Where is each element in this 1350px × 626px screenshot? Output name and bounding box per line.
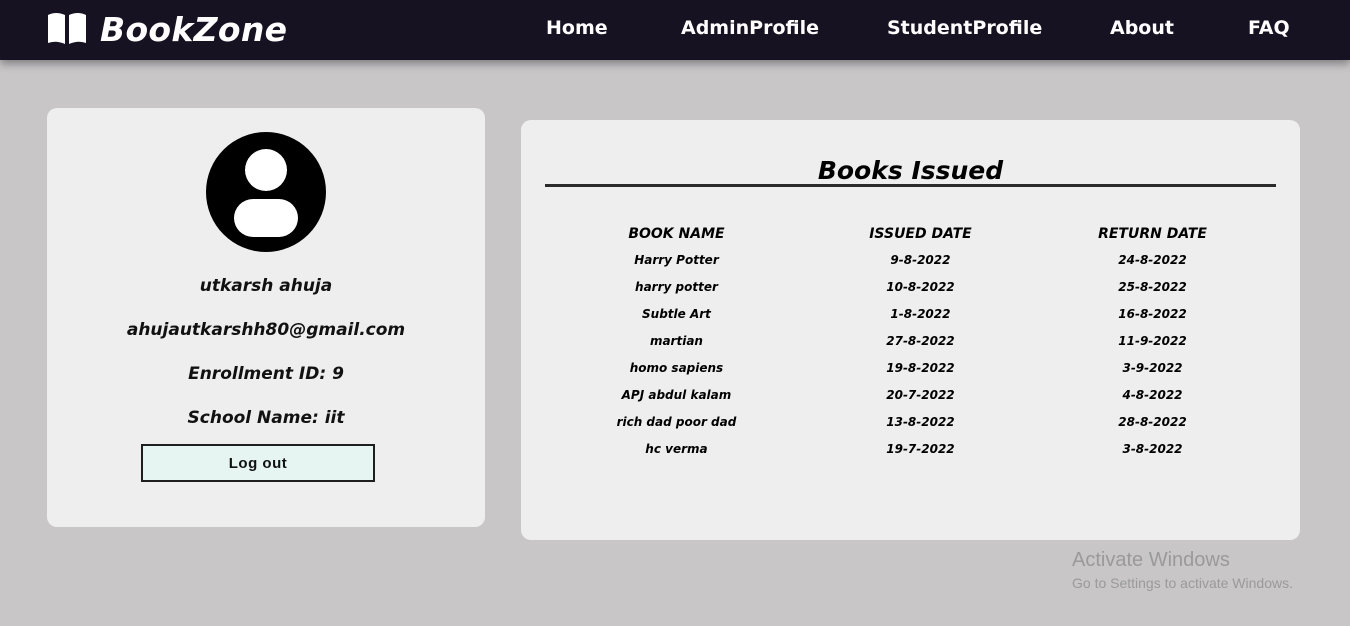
return-date-cell: 3-8-2022 [1122,441,1183,456]
issued-date-cell: 9-8-2022 [890,252,951,267]
book-name-cell: APJ abdul kalam [621,387,732,402]
user-avatar-icon [206,132,326,252]
column-header-return-date: RETURN DATE [1098,226,1207,242]
top-navbar: BookZone Home AdminProfile StudentProfil… [0,0,1350,60]
return-date-cell: 28-8-2022 [1118,414,1187,429]
student-profile-card: utkarsh ahuja ahujautkarshh80@gmail.com … [47,108,485,527]
student-name: utkarsh ahuja [199,276,333,296]
book-name-cell: harry potter [635,279,718,294]
table-row: homo sapiens 19-8-2022 3-9-2022 [545,354,1272,381]
books-issued-table: BOOK NAME ISSUED DATE RETURN DATE Harry … [545,222,1272,462]
return-date-cell: 3-9-2022 [1122,360,1183,375]
book-name-cell: Subtle Art [642,306,711,321]
books-issued-title: Books Issued [817,156,1004,185]
book-name-cell: martian [649,333,703,348]
book-name-cell: Harry Potter [634,252,719,267]
issued-date-cell: 20-7-2022 [886,387,955,402]
return-date-cell: 4-8-2022 [1122,387,1183,402]
nav-student-profile-link[interactable]: StudentProfile [887,16,1042,40]
table-row: APJ abdul kalam 20-7-2022 4-8-2022 [545,381,1272,408]
return-date-cell: 16-8-2022 [1118,306,1187,321]
issued-date-cell: 19-8-2022 [886,360,955,375]
enrollment-id: Enrollment ID: 9 [188,364,344,384]
brand-name: BookZone [100,10,288,49]
table-row: hc verma 19-7-2022 3-8-2022 [545,435,1272,462]
issued-date-cell: 1-8-2022 [890,306,951,321]
brand-logo-link[interactable]: BookZone [46,12,287,48]
column-header-issued-date: ISSUED DATE [869,226,972,242]
watermark-subtitle: Go to Settings to activate Windows. [1072,575,1293,591]
school-name: School Name: iit [187,408,345,428]
return-date-cell: 11-9-2022 [1118,333,1187,348]
book-name-cell: homo sapiens [629,360,724,375]
issued-date-cell: 27-8-2022 [886,333,955,348]
title-divider [545,184,1276,187]
issued-date-cell: 10-8-2022 [886,279,955,294]
column-header-book-name: BOOK NAME [628,226,725,242]
table-row: Subtle Art 1-8-2022 16-8-2022 [545,300,1272,327]
return-date-cell: 25-8-2022 [1118,279,1187,294]
book-name-cell: rich dad poor dad [616,414,737,429]
nav-about-link[interactable]: About [1110,16,1174,40]
logout-button[interactable]: Log out [141,444,375,482]
books-issued-card: Books Issued BOOK NAME ISSUED DATE RETUR… [521,120,1300,540]
return-date-cell: 24-8-2022 [1118,252,1187,267]
nav-faq-link[interactable]: FAQ [1248,16,1290,40]
nav-admin-profile-link[interactable]: AdminProfile [681,16,819,40]
issued-date-cell: 19-7-2022 [886,441,955,456]
table-row: Harry Potter 9-8-2022 24-8-2022 [545,246,1272,273]
watermark-title: Activate Windows [1072,549,1230,571]
nav-home-link[interactable]: Home [546,16,608,40]
book-name-cell: hc verma [645,441,708,456]
table-header-row: BOOK NAME ISSUED DATE RETURN DATE [545,222,1272,246]
table-row: rich dad poor dad 13-8-2022 28-8-2022 [545,408,1272,435]
table-row: martian 27-8-2022 11-9-2022 [545,327,1272,354]
issued-date-cell: 13-8-2022 [886,414,955,429]
activate-windows-watermark: Activate Windows Go to Settings to activ… [1072,548,1293,594]
open-book-icon [46,11,88,49]
table-row: harry potter 10-8-2022 25-8-2022 [545,273,1272,300]
student-email: ahujautkarshh80@gmail.com [126,320,406,340]
